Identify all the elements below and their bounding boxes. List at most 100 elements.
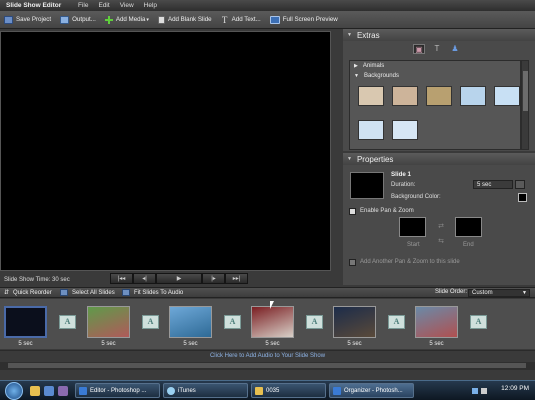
- volume-icon[interactable]: [481, 388, 487, 394]
- save-icon: [4, 15, 13, 24]
- background-thumbnail[interactable]: [392, 120, 418, 140]
- background-thumbnail[interactable]: [358, 120, 384, 140]
- taskbar-item-editor[interactable]: Editor - Photoshop ...: [75, 383, 160, 398]
- storyboard-slide[interactable]: [415, 306, 458, 338]
- add-blank-slide-button[interactable]: Add Blank Slide: [157, 15, 212, 24]
- menu-edit[interactable]: Edit: [98, 2, 109, 9]
- extras-title: Extras: [356, 30, 380, 40]
- save-project-button[interactable]: Save Project: [4, 15, 51, 24]
- slide-duration-label[interactable]: 5 sec: [415, 341, 458, 347]
- taskbar-item-label: Organizer - Photosh...: [344, 388, 403, 394]
- properties-title: Properties: [356, 154, 394, 164]
- storyboard-slide[interactable]: [4, 306, 47, 338]
- show-desktop-icon[interactable]: [58, 386, 68, 396]
- fit-slides-to-audio-button[interactable]: Fit Slides To Audio: [122, 289, 183, 296]
- reorder-icon: ⇵: [4, 290, 10, 296]
- select-all-icon: [60, 289, 68, 296]
- storyboard-strip: 5 sec A 5 sec A 5 sec A 5 sec A 5 sec A 5 sec A: [0, 299, 535, 349]
- toolbar: Save Project Output... Add Media ▾ Add B…: [0, 11, 535, 29]
- menu-file[interactable]: File: [78, 2, 88, 9]
- collapse-triangle-icon: ▼: [354, 73, 359, 79]
- menu-view[interactable]: View: [120, 2, 134, 9]
- storyboard-scrollbar[interactable]: [0, 362, 535, 370]
- play-button[interactable]: ▶: [156, 273, 202, 284]
- pan-zoom-end-box[interactable]: [455, 217, 482, 237]
- end-label: End: [463, 242, 474, 248]
- slide-order-select[interactable]: Custom ▼: [468, 289, 530, 297]
- preview-area[interactable]: [0, 31, 331, 271]
- taskbar-item-folder[interactable]: 0035: [251, 383, 326, 398]
- duration-field[interactable]: 5 sec: [473, 180, 513, 189]
- pan-zoom-start-box[interactable]: [399, 217, 426, 237]
- full-screen-preview-button[interactable]: Full Screen Preview: [269, 15, 338, 24]
- background-color-swatch[interactable]: [518, 193, 527, 202]
- transition-icon[interactable]: A: [388, 315, 405, 329]
- ie-quicklaunch-icon[interactable]: [44, 386, 54, 396]
- storyboard-toolbar: ⇵ Quick Reorder Select All Slides Fit Sl…: [0, 287, 535, 298]
- quick-reorder-button[interactable]: ⇵ Quick Reorder: [4, 289, 52, 297]
- add-blank-slide-label: Add Blank Slide: [167, 16, 212, 23]
- fit-audio-icon: [122, 289, 130, 296]
- network-icon[interactable]: [472, 388, 478, 394]
- storyboard-slide[interactable]: [87, 306, 130, 338]
- storyboard-slide[interactable]: [169, 306, 212, 338]
- background-thumbnail[interactable]: [494, 86, 520, 106]
- slide-duration-label[interactable]: 5 sec: [87, 341, 130, 347]
- category-animals[interactable]: ▶ Animals: [350, 61, 520, 71]
- slide-duration-label[interactable]: 5 sec: [333, 341, 376, 347]
- graphics-tab-icon[interactable]: ▣: [413, 44, 425, 54]
- transition-icon[interactable]: A: [59, 315, 76, 329]
- chevron-down-icon: ▾: [146, 16, 149, 23]
- explorer-quicklaunch-icon[interactable]: [30, 386, 40, 396]
- transition-icon[interactable]: A: [224, 315, 241, 329]
- select-all-slides-button[interactable]: Select All Slides: [60, 289, 115, 296]
- taskbar-item-label: iTunes: [178, 388, 196, 394]
- first-slide-button[interactable]: |◂◂: [110, 273, 133, 284]
- slide-show-time: Slide Show Time: 30 sec: [4, 277, 70, 283]
- transition-icon[interactable]: A: [142, 315, 159, 329]
- output-label: Output...: [72, 16, 96, 23]
- storyboard-slide[interactable]: [251, 306, 294, 338]
- next-slide-button[interactable]: |▸: [202, 273, 225, 284]
- add-pan-zoom-checkbox[interactable]: [349, 259, 356, 266]
- app-title: Slide Show Editor: [6, 2, 62, 9]
- menu-help[interactable]: Help: [144, 2, 157, 9]
- slide-duration-label[interactable]: 5 sec: [4, 341, 47, 347]
- chevron-down-icon: ▼: [522, 290, 527, 296]
- category-backgrounds[interactable]: ▼ Backgrounds: [350, 71, 520, 81]
- taskbar-item-itunes[interactable]: iTunes: [163, 383, 248, 398]
- output-icon: [60, 15, 70, 24]
- storyboard-slide[interactable]: [333, 306, 376, 338]
- text-tab-icon[interactable]: T: [431, 44, 443, 54]
- taskbar-item-label: 0035: [266, 388, 280, 394]
- full-screen-preview-label: Full Screen Preview: [282, 16, 338, 23]
- add-audio-link[interactable]: Click Here to Add Audio to Your Slide Sh…: [0, 350, 535, 362]
- select-all-label: Select All Slides: [72, 289, 115, 296]
- plus-icon: [104, 15, 113, 24]
- enable-pan-zoom-checkbox[interactable]: [349, 208, 356, 215]
- background-thumbnail[interactable]: [358, 86, 384, 106]
- start-button[interactable]: [5, 382, 23, 400]
- transition-icon[interactable]: A: [306, 315, 323, 329]
- previous-slide-button[interactable]: ◂|: [133, 273, 156, 284]
- extras-header[interactable]: ▼ Extras: [343, 29, 535, 41]
- add-media-button[interactable]: Add Media ▾: [104, 15, 149, 24]
- output-button[interactable]: Output...: [60, 15, 96, 24]
- extras-scrollbar[interactable]: [521, 60, 529, 150]
- slide-duration-label[interactable]: 5 sec: [169, 341, 212, 347]
- swap-arrows-icon[interactable]: ⇄ ⇆: [437, 219, 445, 249]
- slide-duration-label[interactable]: 5 sec: [251, 341, 294, 347]
- quick-reorder-label: Quick Reorder: [13, 289, 52, 296]
- slide-order-value: Custom: [472, 290, 493, 296]
- transition-icon[interactable]: A: [470, 315, 487, 329]
- background-thumbnail[interactable]: [392, 86, 418, 106]
- clock[interactable]: 12:09 PM: [501, 385, 529, 392]
- background-thumbnail[interactable]: [460, 86, 486, 106]
- narration-tab-icon[interactable]: ♟: [449, 44, 461, 54]
- duration-stepper[interactable]: [515, 180, 525, 189]
- properties-header[interactable]: ▼ Properties: [343, 153, 535, 165]
- taskbar-item-organizer[interactable]: Organizer - Photosh...: [329, 383, 414, 398]
- last-slide-button[interactable]: ▸▸|: [225, 273, 248, 284]
- background-thumbnail[interactable]: [426, 86, 452, 106]
- add-text-button[interactable]: T Add Text...: [221, 15, 261, 24]
